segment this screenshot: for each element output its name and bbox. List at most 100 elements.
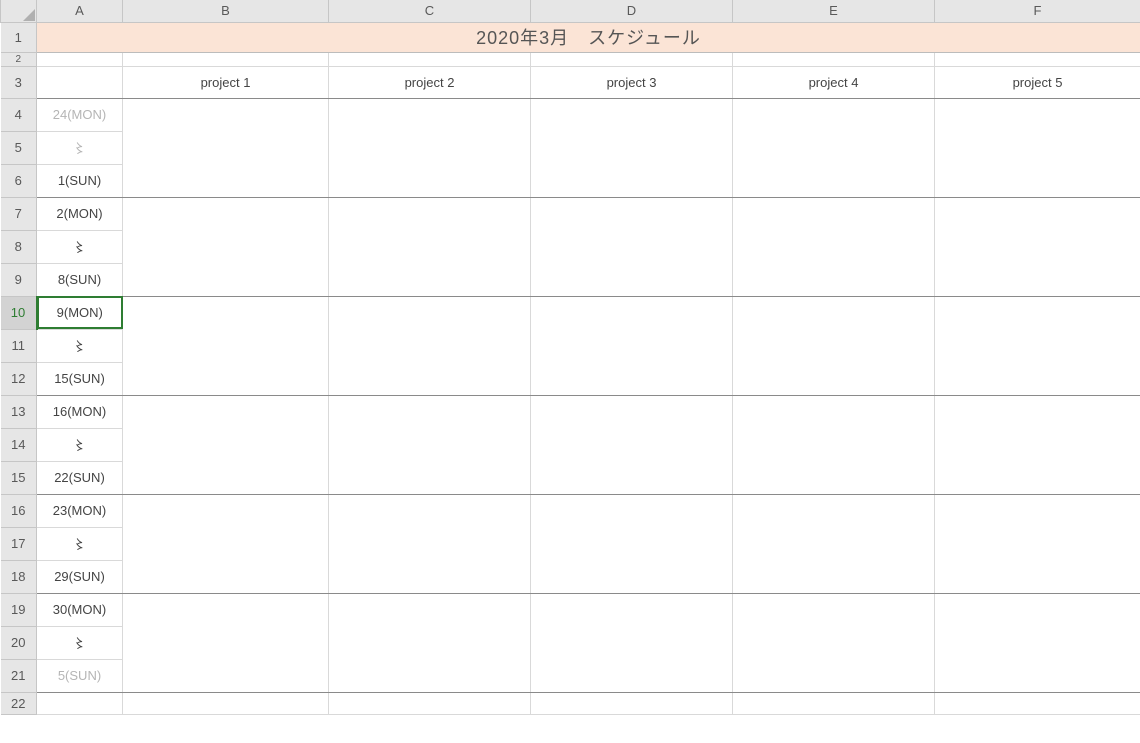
cell-A10[interactable]: 9(MON) <box>37 296 123 329</box>
cell-C7[interactable] <box>329 197 531 296</box>
row-header-3[interactable]: 3 <box>1 66 37 98</box>
cell-A11[interactable]: 〻 <box>37 329 123 362</box>
cell-E7[interactable] <box>733 197 935 296</box>
cell-C3[interactable]: project 2 <box>329 66 531 98</box>
col-header-E[interactable]: E <box>733 0 935 22</box>
cell-F22[interactable] <box>935 692 1140 714</box>
row-header-17[interactable]: 17 <box>1 527 37 560</box>
cell-E10[interactable] <box>733 296 935 395</box>
cell-A2[interactable] <box>37 52 123 66</box>
cell-B3[interactable]: project 1 <box>123 66 329 98</box>
cell-E4[interactable] <box>733 98 935 197</box>
row-header-10[interactable]: 10 <box>1 296 37 329</box>
cell-F10[interactable] <box>935 296 1140 395</box>
col-header-F[interactable]: F <box>935 0 1140 22</box>
cell-B13[interactable] <box>123 395 329 494</box>
cell-C10[interactable] <box>329 296 531 395</box>
cell-C13[interactable] <box>329 395 531 494</box>
row-7: 7 2(MON) <box>1 197 1140 230</box>
cell-C16[interactable] <box>329 494 531 593</box>
row-header-22[interactable]: 22 <box>1 692 37 714</box>
cell-A6[interactable]: 1(SUN) <box>37 164 123 197</box>
cell-A3[interactable] <box>37 66 123 98</box>
row-header-19[interactable]: 19 <box>1 593 37 626</box>
cell-E22[interactable] <box>733 692 935 714</box>
cell-C2[interactable] <box>329 52 531 66</box>
row-header-5[interactable]: 5 <box>1 131 37 164</box>
col-header-B[interactable]: B <box>123 0 329 22</box>
row-header-21[interactable]: 21 <box>1 659 37 692</box>
cell-A15[interactable]: 22(SUN) <box>37 461 123 494</box>
cell-D3[interactable]: project 3 <box>531 66 733 98</box>
title-cell[interactable]: 2020年3月 スケジュール <box>37 22 1140 52</box>
cell-B7[interactable] <box>123 197 329 296</box>
cell-D22[interactable] <box>531 692 733 714</box>
cell-A8[interactable]: 〻 <box>37 230 123 263</box>
cell-A9[interactable]: 8(SUN) <box>37 263 123 296</box>
cell-A18[interactable]: 29(SUN) <box>37 560 123 593</box>
spreadsheet-grid[interactable]: A B C D E F 1 2020年3月 スケジュール 2 3 project… <box>0 0 1140 715</box>
cell-B2[interactable] <box>123 52 329 66</box>
col-header-C[interactable]: C <box>329 0 531 22</box>
row-header-14[interactable]: 14 <box>1 428 37 461</box>
cell-B4[interactable] <box>123 98 329 197</box>
cell-A13[interactable]: 16(MON) <box>37 395 123 428</box>
cell-D7[interactable] <box>531 197 733 296</box>
cell-A5[interactable]: 〻 <box>37 131 123 164</box>
cell-F4[interactable] <box>935 98 1140 197</box>
row-header-18[interactable]: 18 <box>1 560 37 593</box>
cell-F16[interactable] <box>935 494 1140 593</box>
row-header-13[interactable]: 13 <box>1 395 37 428</box>
cell-F3[interactable]: project 5 <box>935 66 1140 98</box>
row-header-2[interactable]: 2 <box>1 52 37 66</box>
cell-C22[interactable] <box>329 692 531 714</box>
row-header-6[interactable]: 6 <box>1 164 37 197</box>
row-header-15[interactable]: 15 <box>1 461 37 494</box>
cell-D19[interactable] <box>531 593 733 692</box>
cell-A17[interactable]: 〻 <box>37 527 123 560</box>
cell-E16[interactable] <box>733 494 935 593</box>
cell-F13[interactable] <box>935 395 1140 494</box>
col-header-D[interactable]: D <box>531 0 733 22</box>
cell-A22[interactable] <box>37 692 123 714</box>
cell-B16[interactable] <box>123 494 329 593</box>
row-header-11[interactable]: 11 <box>1 329 37 362</box>
cell-A4[interactable]: 24(MON) <box>37 98 123 131</box>
row-header-9[interactable]: 9 <box>1 263 37 296</box>
row-header-16[interactable]: 16 <box>1 494 37 527</box>
row-header-7[interactable]: 7 <box>1 197 37 230</box>
row-header-20[interactable]: 20 <box>1 626 37 659</box>
col-header-A[interactable]: A <box>37 0 123 22</box>
cell-D13[interactable] <box>531 395 733 494</box>
cell-A20[interactable]: 〻 <box>37 626 123 659</box>
row-4: 4 24(MON) <box>1 98 1140 131</box>
cell-F2[interactable] <box>935 52 1140 66</box>
row-header-4[interactable]: 4 <box>1 98 37 131</box>
cell-A7[interactable]: 2(MON) <box>37 197 123 230</box>
cell-A12[interactable]: 15(SUN) <box>37 362 123 395</box>
cell-A14[interactable]: 〻 <box>37 428 123 461</box>
cell-E3[interactable]: project 4 <box>733 66 935 98</box>
cell-D10[interactable] <box>531 296 733 395</box>
cell-C4[interactable] <box>329 98 531 197</box>
cell-F7[interactable] <box>935 197 1140 296</box>
cell-B19[interactable] <box>123 593 329 692</box>
cell-B22[interactable] <box>123 692 329 714</box>
row-header-8[interactable]: 8 <box>1 230 37 263</box>
row-header-1[interactable]: 1 <box>1 22 37 52</box>
cell-A21[interactable]: 5(SUN) <box>37 659 123 692</box>
cell-D16[interactable] <box>531 494 733 593</box>
cell-D4[interactable] <box>531 98 733 197</box>
row-13: 13 16(MON) <box>1 395 1140 428</box>
cell-A16[interactable]: 23(MON) <box>37 494 123 527</box>
row-header-12[interactable]: 12 <box>1 362 37 395</box>
cell-E13[interactable] <box>733 395 935 494</box>
cell-E19[interactable] <box>733 593 935 692</box>
select-all-corner[interactable] <box>1 0 37 22</box>
cell-D2[interactable] <box>531 52 733 66</box>
cell-A19[interactable]: 30(MON) <box>37 593 123 626</box>
cell-C19[interactable] <box>329 593 531 692</box>
cell-B10[interactable] <box>123 296 329 395</box>
cell-E2[interactable] <box>733 52 935 66</box>
cell-F19[interactable] <box>935 593 1140 692</box>
